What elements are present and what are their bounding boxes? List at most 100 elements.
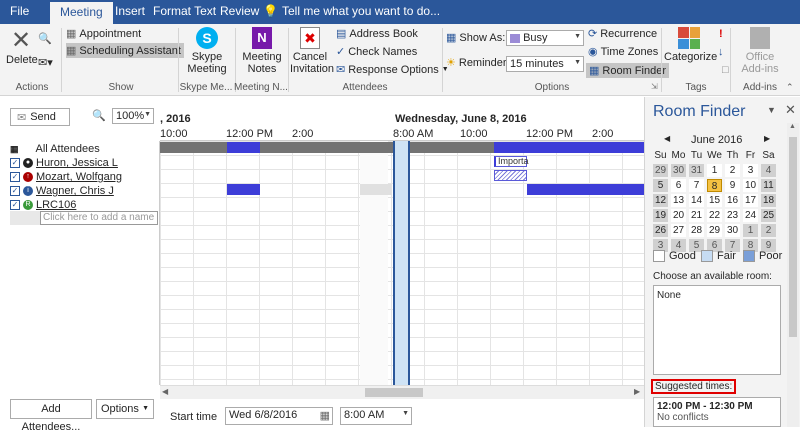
calendar-day[interactable]: 2 xyxy=(761,224,776,237)
calendar-day[interactable]: 7 xyxy=(689,179,704,192)
calendar-day[interactable]: 12 xyxy=(653,194,668,207)
tab-meeting[interactable]: Meeting xyxy=(50,2,113,24)
chevron-down-icon[interactable]: ▼ xyxy=(767,105,776,115)
calendar-day[interactable]: 29 xyxy=(653,164,668,177)
calendar-day[interactable]: 18 xyxy=(761,194,776,207)
pane-scrollbar[interactable]: ▲ xyxy=(787,123,799,427)
scrollbar-thumb[interactable] xyxy=(789,137,797,337)
calendar-day[interactable]: 6 xyxy=(671,179,686,192)
calendar-day[interactable]: 26 xyxy=(653,224,668,237)
calendar-day[interactable]: 15 xyxy=(707,194,722,207)
calendar-day[interactable]: 24 xyxy=(743,209,758,222)
scroll-left-icon[interactable]: ◀ xyxy=(162,387,168,396)
zoom-dropdown[interactable]: 100% ▼ xyxy=(112,108,154,124)
address-book-button[interactable]: ▤ Address Book xyxy=(336,27,418,41)
tab-file[interactable]: File xyxy=(10,4,29,18)
calendar-day[interactable]: 27 xyxy=(671,224,686,237)
start-date-input[interactable]: Wed 6/8/2016 ▦ xyxy=(225,407,333,425)
next-month-icon[interactable]: ▶ xyxy=(764,134,770,143)
check-names-button[interactable]: ✓ Check Names xyxy=(336,45,417,59)
add-name-input[interactable]: Click here to add a name xyxy=(40,211,158,225)
calendar-day[interactable]: 20 xyxy=(671,209,686,222)
importance-low-icon[interactable]: ↓ xyxy=(718,46,724,58)
meeting-time-selection[interactable] xyxy=(393,141,410,385)
calendar-day[interactable]: 30 xyxy=(671,164,686,177)
collapse-ribbon-icon[interactable]: ⌃ xyxy=(786,82,794,93)
skype-meeting-button[interactable]: S Skype Meeting xyxy=(182,27,232,75)
calendar-day[interactable]: 1 xyxy=(707,164,722,177)
calendar-day[interactable]: 10 xyxy=(743,179,758,192)
calendar-day[interactable]: 3 xyxy=(743,164,758,177)
calendar-day[interactable]: 8 xyxy=(707,179,722,192)
calendar-day[interactable]: 25 xyxy=(761,209,776,222)
start-time-dropdown[interactable]: 8:00 AM ▼ xyxy=(340,407,412,425)
calendar-day[interactable]: 17 xyxy=(743,194,758,207)
room-finder-button[interactable]: ▦ Room Finder xyxy=(586,63,669,78)
attendee-checkbox[interactable]: ✓ xyxy=(10,172,20,182)
calendar-day[interactable]: 4 xyxy=(761,164,776,177)
categorize-button[interactable]: Categorize xyxy=(664,27,717,63)
room-list[interactable]: None xyxy=(653,285,781,375)
delete-button[interactable]: ✕ Delete xyxy=(6,28,38,67)
attendee-checkbox[interactable]: ✓ xyxy=(10,200,20,210)
room-list-item[interactable]: None xyxy=(657,290,681,301)
suggestion-time[interactable]: 12:00 PM - 12:30 PM xyxy=(657,401,777,412)
calendar-day[interactable]: 16 xyxy=(725,194,740,207)
attendee-row[interactable]: ✓ R LRC106 xyxy=(10,198,158,212)
calendar-day[interactable]: 29 xyxy=(707,224,722,237)
response-options-button[interactable]: ✉ Response Options ▼ xyxy=(336,63,449,77)
time-zones-button[interactable]: ◉ Time Zones xyxy=(588,45,658,59)
attendee-row[interactable]: ✓ i Wagner, Chris J xyxy=(10,184,158,198)
scroll-up-icon[interactable]: ▲ xyxy=(789,123,796,130)
reminder-dropdown[interactable]: 15 minutes ▼ xyxy=(506,56,584,72)
suggested-times-list[interactable]: 12:00 PM - 12:30 PM No conflicts xyxy=(653,397,781,427)
prev-month-icon[interactable]: ◀ xyxy=(664,134,670,143)
meeting-notes-button[interactable]: N Meeting Notes xyxy=(238,27,286,75)
attendee-row[interactable]: ✓ ● Huron, Jessica L xyxy=(10,156,158,170)
calendar-day[interactable]: 30 xyxy=(725,224,740,237)
tab-review[interactable]: Review xyxy=(220,4,259,18)
tab-format-text[interactable]: Format Text xyxy=(153,4,216,18)
private-lock-icon[interactable]: □ xyxy=(722,64,729,76)
send-button[interactable]: ✉ Send xyxy=(10,108,70,126)
calendar-day[interactable]: 13 xyxy=(671,194,686,207)
forward-icon[interactable]: ✉▾ xyxy=(38,56,53,69)
horizontal-scrollbar[interactable]: ◀ ▶ xyxy=(160,385,644,399)
attendee-checkbox[interactable]: ✓ xyxy=(10,186,20,196)
calendar-day[interactable]: 9 xyxy=(725,179,740,192)
calendar-day[interactable]: 22 xyxy=(707,209,722,222)
attendee-checkbox[interactable]: ✓ xyxy=(10,158,20,168)
options-dropdown-button[interactable]: Options ▼ xyxy=(96,399,154,419)
calendar-day[interactable]: 2 xyxy=(725,164,740,177)
appointment-button[interactable]: ▦ Appointment xyxy=(66,27,141,41)
time-label: 8:00 AM xyxy=(393,128,434,140)
calendar-day[interactable]: 14 xyxy=(689,194,704,207)
calendar-day[interactable]: 28 xyxy=(689,224,704,237)
dialog-launcher-icon[interactable]: ⇲ xyxy=(651,82,658,91)
scheduling-assistant-button[interactable]: ▦ Scheduling Assistant xyxy=(66,43,184,58)
tell-me-search[interactable]: Tell me what you want to do... xyxy=(282,4,440,18)
calendar-picker-icon[interactable]: ▦ xyxy=(320,409,330,422)
recurrence-button[interactable]: ⟳ Recurrence xyxy=(588,27,657,41)
zoom-item-icon[interactable]: 🔍 xyxy=(38,32,52,45)
divider xyxy=(61,28,62,92)
calendar-day[interactable]: 11 xyxy=(761,179,776,192)
add-attendees-button[interactable]: Add Attendees... xyxy=(10,399,92,433)
calendar-day[interactable]: 19 xyxy=(653,209,668,222)
scroll-right-icon[interactable]: ▶ xyxy=(634,387,640,396)
busy-block-important[interactable]: Importa xyxy=(494,156,529,167)
cancel-invitation-button[interactable]: ✖ Cancel Invitation xyxy=(290,27,334,75)
attendee-row[interactable]: ✓ ↑ Mozart, Wolfgang xyxy=(10,170,158,184)
show-as-dropdown[interactable]: Busy ▼ xyxy=(506,30,584,46)
calendar-day[interactable]: 31 xyxy=(689,164,704,177)
calendar-day[interactable]: 5 xyxy=(653,179,668,192)
tab-insert[interactable]: Insert xyxy=(115,4,145,18)
calendar-month-label: June 2016 xyxy=(691,134,743,146)
calendar-day[interactable]: 23 xyxy=(725,209,740,222)
importance-high-icon[interactable]: ! xyxy=(719,28,723,40)
calendar-day[interactable]: 1 xyxy=(743,224,758,237)
scrollbar-thumb[interactable] xyxy=(365,388,423,397)
calendar-day[interactable]: 21 xyxy=(689,209,704,222)
close-icon[interactable]: ✕ xyxy=(785,102,796,118)
office-addins-button[interactable]: Office Add-ins xyxy=(734,27,786,75)
